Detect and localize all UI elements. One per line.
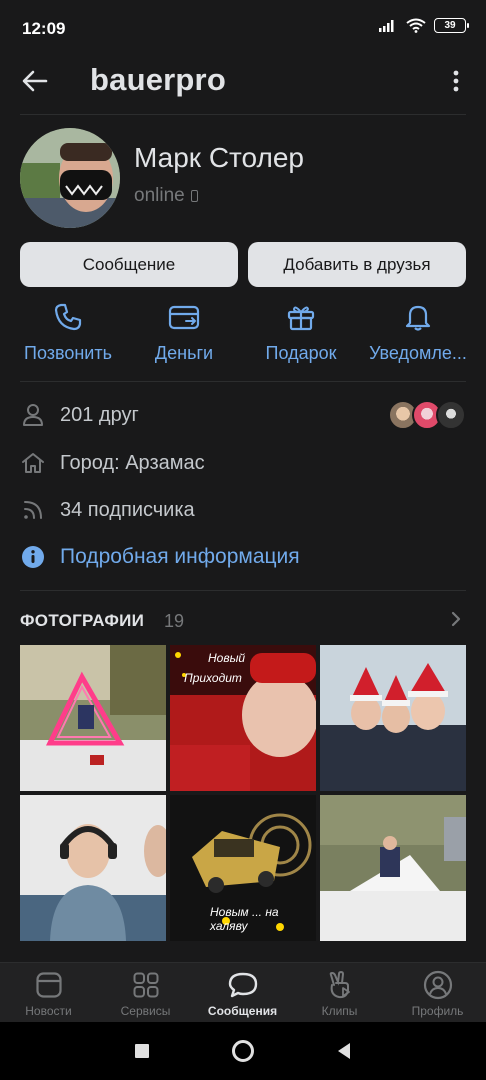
friends-avatars[interactable] xyxy=(388,400,466,430)
recent-apps-button[interactable] xyxy=(127,1036,157,1066)
divider xyxy=(20,114,466,115)
battery-indicator: 39 xyxy=(434,18,469,33)
back-button[interactable] xyxy=(20,66,50,96)
photo-thumbnail[interactable]: Новый Приходит xyxy=(170,645,316,791)
action-row: Позвонить Деньги Подарок Уведомле... xyxy=(0,300,486,370)
bottom-tab-bar: Новости Сервисы Сообщения Клипы Профиль xyxy=(0,962,486,1022)
home-icon xyxy=(22,453,44,473)
photos-open-button[interactable] xyxy=(448,608,464,630)
info-icon xyxy=(22,546,44,568)
services-icon xyxy=(133,972,158,998)
tab-services[interactable]: Сервисы xyxy=(97,963,194,1023)
divider xyxy=(20,381,466,382)
more-options-button[interactable] xyxy=(444,66,468,96)
bell-icon xyxy=(405,305,431,331)
header: bauerpro xyxy=(0,56,486,106)
online-status: online xyxy=(134,185,198,207)
photo-image xyxy=(170,645,316,791)
tab-news[interactable]: Новости xyxy=(0,963,97,1023)
photo-thumbnail[interactable] xyxy=(20,795,166,941)
photo-caption: Приходит xyxy=(184,671,242,685)
tab-messages[interactable]: Сообщения xyxy=(194,963,291,1023)
city-text: Город: Арзамас xyxy=(60,451,205,474)
notifications-action[interactable]: Уведомле... xyxy=(362,300,474,370)
profile-avatar[interactable] xyxy=(20,128,120,228)
arrow-left-icon xyxy=(22,70,48,92)
photo-image xyxy=(20,795,166,941)
status-time: 12:09 xyxy=(22,19,66,38)
action-label: Уведомле... xyxy=(369,343,467,363)
tab-label: Профиль xyxy=(411,1004,464,1018)
profile-name: Марк Столер xyxy=(134,142,304,173)
wifi-icon xyxy=(406,18,426,33)
page-title: bauerpro xyxy=(90,62,226,97)
photo-thumbnail[interactable] xyxy=(20,645,166,791)
tab-label: Новости xyxy=(25,1004,72,1018)
followers-row[interactable]: 34 подписчика xyxy=(20,495,195,525)
friend-avatar xyxy=(436,400,466,430)
tab-label: Сообщения xyxy=(207,1004,278,1018)
call-action[interactable]: Позвонить xyxy=(16,300,120,370)
city-row: Город: Арзамас xyxy=(20,448,205,478)
photo-thumbnail[interactable] xyxy=(320,645,466,791)
friends-count: 201 друг xyxy=(60,403,139,426)
photo-thumbnail[interactable] xyxy=(320,795,466,941)
clips-icon xyxy=(329,971,350,999)
followers-count: 34 подписчика xyxy=(60,498,195,521)
photos-count: 19 xyxy=(164,611,185,631)
status-icons: 39 xyxy=(378,18,469,33)
signal-icon xyxy=(379,19,394,32)
photo-image xyxy=(320,795,466,941)
square-icon xyxy=(135,1044,149,1058)
photo-image xyxy=(320,645,466,791)
photo-caption: Новый xyxy=(208,651,246,665)
photos-section-title: ФОТОГРАФИИ xyxy=(20,611,145,630)
tab-clips[interactable]: Клипы xyxy=(291,963,388,1023)
friends-row[interactable]: 201 друг xyxy=(20,400,139,430)
avatar-photo xyxy=(20,128,120,228)
tab-profile[interactable]: Профиль xyxy=(389,963,486,1023)
action-label: Подарок xyxy=(265,343,337,363)
messages-icon xyxy=(228,972,257,998)
divider xyxy=(20,590,466,591)
news-icon xyxy=(35,972,62,998)
triangle-back-icon xyxy=(338,1043,350,1059)
add-friend-button[interactable]: Добавить в друзья xyxy=(248,242,466,287)
status-bar: 12:09 39 xyxy=(0,0,486,56)
more-info-link: Подробная информация xyxy=(60,545,300,568)
gift-action[interactable]: Подарок xyxy=(256,300,346,370)
message-button[interactable]: Сообщение xyxy=(20,242,238,287)
mobile-icon xyxy=(190,190,198,202)
more-vertical-icon xyxy=(453,70,459,92)
profile-icon xyxy=(423,970,452,1000)
action-label: Позвонить xyxy=(24,343,112,363)
circle-icon xyxy=(232,1040,254,1062)
money-action[interactable]: Деньги xyxy=(142,300,226,370)
phone-icon xyxy=(54,303,82,331)
battery-level: 39 xyxy=(444,20,456,31)
photo-caption: Новым ... на халяву xyxy=(210,905,279,933)
home-button[interactable] xyxy=(228,1036,258,1066)
chevron-right-icon xyxy=(451,611,461,627)
system-back-button[interactable] xyxy=(329,1036,359,1066)
tab-label: Клипы xyxy=(321,1004,358,1018)
user-icon xyxy=(23,404,43,426)
more-info-row[interactable]: Подробная информация xyxy=(20,542,300,572)
tab-label: Сервисы xyxy=(120,1004,171,1018)
photo-image xyxy=(20,645,166,791)
photo-thumbnail[interactable]: Новым ... на халяву xyxy=(170,795,316,941)
system-nav-bar xyxy=(0,1022,486,1080)
action-label: Деньги xyxy=(154,343,214,363)
online-status-text: online xyxy=(134,185,185,206)
rss-icon xyxy=(24,501,42,519)
wallet-icon xyxy=(168,305,200,330)
gift-icon xyxy=(287,306,315,331)
